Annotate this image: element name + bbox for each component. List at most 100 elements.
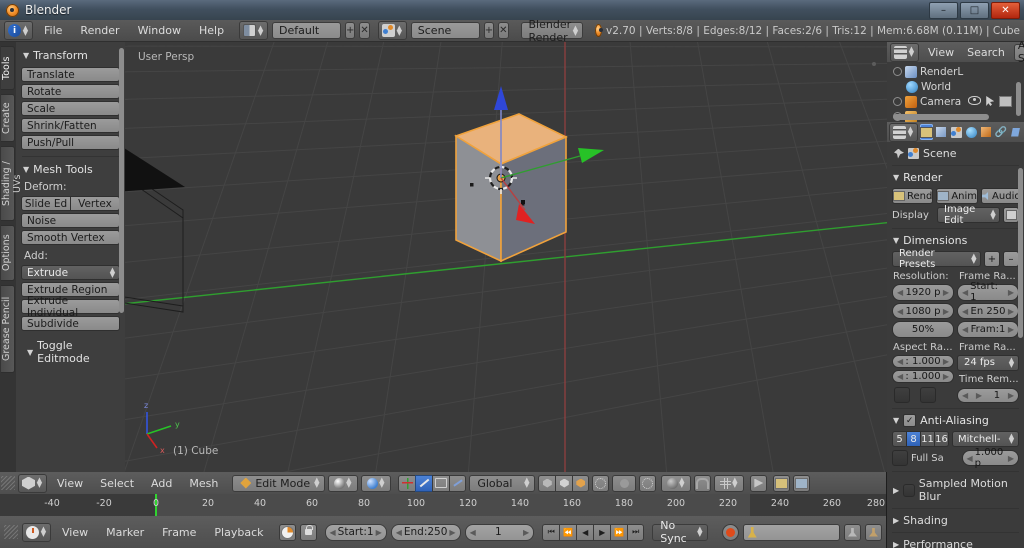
outliner-row-renderlayer[interactable]: RenderL: [887, 64, 1024, 79]
transport-controls[interactable]: ⏮ ⏪ ◀ ▶ ⏩ ⏭: [542, 523, 645, 541]
proportional-falloff-selector[interactable]: [612, 474, 637, 492]
play-reverse-icon[interactable]: ⏪: [559, 523, 577, 541]
expand-toggle-icon[interactable]: [893, 97, 902, 106]
timeline-menu-view[interactable]: View: [55, 524, 95, 541]
expand-toggle-icon[interactable]: [893, 67, 902, 76]
proportional-edit-icon[interactable]: [592, 474, 610, 492]
resolution-y-field[interactable]: ◀ 1080 p ▶: [892, 302, 954, 320]
motion-blur-checkbox[interactable]: [903, 483, 915, 497]
panel-header-shading[interactable]: ▶ Shading: [893, 514, 1019, 527]
menu-help[interactable]: Help: [192, 22, 231, 39]
jump-end-icon[interactable]: ⏭: [627, 523, 645, 541]
tool-smooth-vertex-button[interactable]: Smooth Vertex: [21, 230, 120, 245]
maximize-button[interactable]: □: [960, 2, 989, 19]
viewport-shading-selector[interactable]: ▲ ▼: [328, 474, 359, 492]
breadcrumb[interactable]: Scene: [894, 147, 1019, 160]
delete-scene-button[interactable]: ✕: [498, 22, 509, 39]
properties-scrollbar[interactable]: [1018, 168, 1023, 338]
resolution-percentage-field[interactable]: 50%: [892, 321, 954, 339]
constraints-tab-icon[interactable]: 🔗: [994, 124, 1007, 140]
render-tab-icon[interactable]: [920, 124, 933, 140]
minimize-button[interactable]: –: [929, 2, 958, 19]
record-icon[interactable]: [721, 523, 739, 541]
interaction-mode-selector[interactable]: Edit Mode ▲ ▼: [232, 474, 326, 492]
cursor-icon[interactable]: [986, 96, 995, 106]
eye-icon[interactable]: [968, 96, 982, 105]
outliner-menu-search[interactable]: Search: [963, 44, 1009, 61]
timeline-menu-playback[interactable]: Playback: [207, 524, 270, 541]
full-sample-checkbox[interactable]: [892, 450, 908, 466]
header-grip[interactable]: [1, 476, 15, 490]
editor-type-selector-info[interactable]: i ▲ ▼: [4, 21, 33, 40]
tab-options[interactable]: Options: [1, 225, 15, 281]
render-opengl-icon[interactable]: [773, 474, 791, 492]
occlude-group[interactable]: [538, 474, 590, 492]
occlude-geometry-icon[interactable]: [555, 474, 573, 492]
viewport-menu-add[interactable]: Add: [144, 475, 179, 492]
display-preview-icon[interactable]: [1003, 207, 1019, 223]
pivot-point-selector[interactable]: ▲ ▼: [661, 474, 692, 492]
outliner-row-camera[interactable]: Camera: [887, 94, 1024, 109]
panel-header-dimensions[interactable]: ▼ Dimensions: [893, 234, 1019, 247]
render-opengl-anim-icon[interactable]: [793, 474, 811, 492]
snap-increment-icon[interactable]: ▲ ▼: [714, 474, 745, 492]
outliner-row-world[interactable]: World: [887, 79, 1024, 94]
jump-start-icon[interactable]: ⏮: [542, 523, 560, 541]
transform-orientation-selector[interactable]: Global ▲ ▼: [469, 474, 536, 492]
aa-sample-5[interactable]: 5: [892, 431, 906, 447]
shade-occlude-icon[interactable]: [572, 474, 590, 492]
resolution-x-field[interactable]: ◀ 1920 p ▶: [892, 284, 954, 301]
keyingset-remove-icon[interactable]: [864, 523, 882, 541]
timeline-menu-frame[interactable]: Frame: [155, 524, 203, 541]
play-forward-icon[interactable]: ▶: [593, 523, 611, 541]
shading-extra-selector[interactable]: ▲ ▼: [361, 474, 392, 492]
tool-noise-button[interactable]: Noise: [21, 213, 120, 228]
frame-start-field[interactable]: ◀ Start: 1 ▶: [957, 281, 1019, 303]
tool-rotate-button[interactable]: Rotate: [21, 84, 120, 99]
add-preset-button[interactable]: +: [984, 251, 1000, 267]
render-audio-button[interactable]: Audio: [981, 188, 1022, 204]
crop-icon[interactable]: [920, 387, 936, 403]
frame-end-field[interactable]: ◀ End: 250 ▶: [390, 523, 461, 541]
panel-header-sampled-motion-blur[interactable]: ▶ Sampled Motion Blur: [893, 477, 1019, 503]
viewport-menu-select[interactable]: Select: [93, 475, 141, 492]
frame-step-field[interactable]: ◀ Fram:1 ▶: [957, 321, 1019, 339]
snap-target-icon[interactable]: [639, 474, 657, 492]
viewport-canvas[interactable]: z y x: [125, 42, 887, 472]
scene-tab-icon[interactable]: [950, 124, 963, 140]
tool-slide-vertex-button[interactable]: Vertex: [71, 197, 119, 210]
outliner-menu-view[interactable]: View: [924, 44, 958, 61]
tool-shelf-scrollbar[interactable]: [119, 48, 124, 313]
editor-type-selector-outliner[interactable]: ▲ ▼: [890, 42, 919, 62]
timeline-ruler[interactable]: -40 -20 0 20 40 60 80 100 120 140 160 18…: [0, 494, 886, 517]
menu-render[interactable]: Render: [73, 22, 126, 39]
tab-create[interactable]: Create: [1, 94, 15, 142]
fps-selector[interactable]: 24 fps ▲ ▼: [957, 355, 1019, 371]
time-remapping-field[interactable]: ◀ ▶ 1 ▶: [957, 387, 1019, 403]
remove-preset-button[interactable]: –: [1003, 251, 1019, 267]
render-image-button[interactable]: Rend: [892, 188, 934, 204]
panel-header-toggle-editmode[interactable]: ▼ Toggle Editmode: [27, 339, 120, 365]
editor-type-selector-timeline[interactable]: ▲ ▼: [22, 522, 51, 542]
tool-translate-button[interactable]: Translate: [21, 67, 120, 82]
filter-size-field[interactable]: ◀ 1.000 p ▶: [961, 447, 1019, 469]
frame-start-field[interactable]: ◀ Start: 1 ▶: [324, 523, 387, 541]
display-mode-selector[interactable]: Image Edit ▲ ▼: [937, 204, 1000, 226]
add-scene-button[interactable]: +: [483, 22, 495, 39]
editor-type-selector-properties[interactable]: ▲ ▼: [889, 122, 918, 142]
tool-extrude-individual-button[interactable]: Extrude Individual: [21, 295, 120, 319]
screen-layout-selector[interactable]: ▲ ▼: [239, 21, 269, 40]
pivot-median-icon[interactable]: [449, 474, 467, 492]
renderlayers-tab-icon[interactable]: [935, 124, 948, 140]
next-keyframe-icon[interactable]: ⏩: [610, 523, 628, 541]
scene-selector[interactable]: ▲ ▼: [377, 21, 407, 40]
modifiers-tab-icon[interactable]: [1009, 124, 1022, 140]
panel-header-anti-aliasing[interactable]: ▼ ✓ Anti-Aliasing: [893, 414, 1019, 427]
tool-extrude-dropdown[interactable]: Extrude ▲ ▼: [21, 265, 120, 280]
menu-file[interactable]: File: [37, 22, 69, 39]
object-tab-icon[interactable]: [979, 124, 992, 140]
snap-target-mode-icon[interactable]: [750, 474, 768, 492]
border-icon[interactable]: [894, 387, 910, 403]
face-select-icon[interactable]: [432, 474, 450, 492]
tab-tools[interactable]: Tools: [1, 46, 15, 90]
